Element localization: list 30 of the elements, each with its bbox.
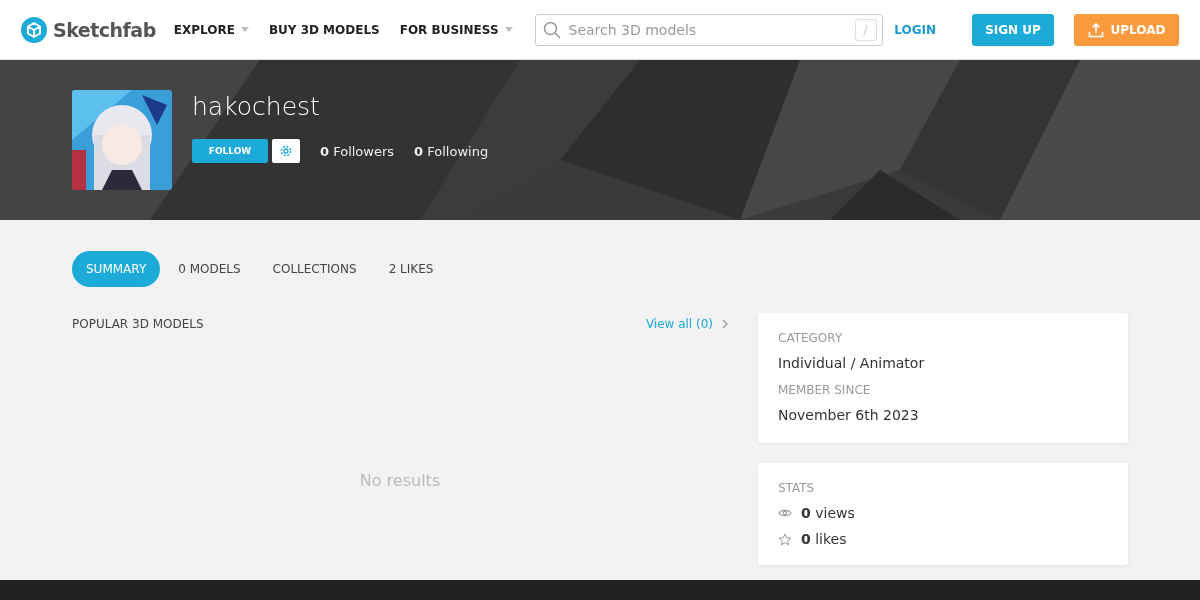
chevron-icon [722,319,728,329]
tab[interactable]: COLLECTIONS [258,251,371,287]
nav-link[interactable]: FOR BUSINESS [399,22,513,37]
field-value: Individual / Animator [778,355,926,371]
settings-icon [280,145,292,157]
followers-count[interactable]: 0 Followers [320,143,395,159]
caret-icon [240,27,249,32]
search-icon [542,20,561,39]
section-title: POPULAR 3D MODELS [72,317,204,331]
field-value: November 6th 2023 [778,407,920,423]
following-count[interactable]: 0 Following [414,143,489,159]
eye-icon [778,508,792,518]
tab[interactable]: 0 MODELS [164,251,255,287]
stat-text: 0 views [801,505,855,521]
logo-text[interactable]: Sketchfab [53,18,156,41]
logo-icon [21,16,47,43]
field-label: MEMBER SINCE [778,383,872,397]
tab[interactable]: 2 LIKES [374,251,448,287]
field-label: CATEGORY [778,331,844,345]
settings-button[interactable] [272,139,300,163]
caret-icon [504,27,513,32]
star-icon [778,532,792,546]
stat-text: 0 likes [801,531,847,547]
field-label: STATS [778,481,816,495]
nav-link[interactable]: EXPLORE [173,22,249,37]
search-input[interactable]: Search 3D models [566,20,849,39]
shortcut-key: / [854,18,877,41]
upload-icon [1087,21,1104,38]
username: hakochest [192,92,321,121]
nav-link[interactable]: BUY 3D MODELS [268,22,380,37]
